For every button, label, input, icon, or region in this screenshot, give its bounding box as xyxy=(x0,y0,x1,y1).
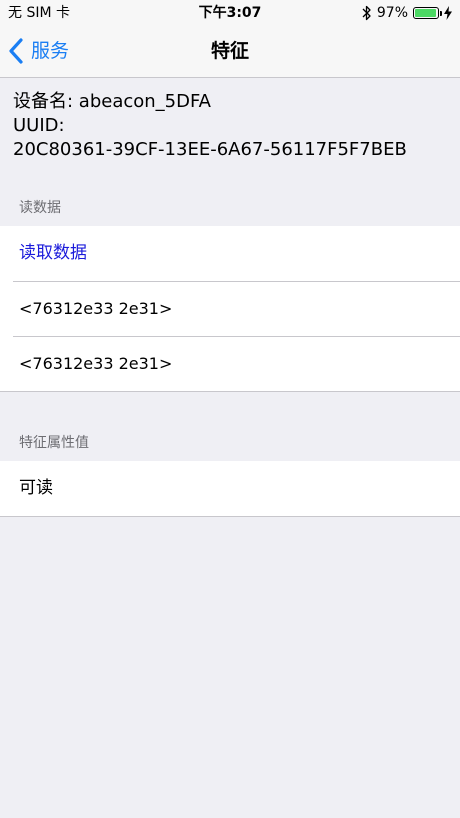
device-name-text: 设备名: abeacon_5DFA xyxy=(13,91,211,112)
page-title: 特征 xyxy=(210,40,249,62)
device-info: 设备名: abeacon_5DFA UUID: 20C80361-39CF-13… xyxy=(13,90,453,162)
status-bar: 无 SIM 卡 下午3:07 97% xyxy=(0,0,460,26)
uuid-value: 20C80361-39CF-13EE-6A67-56117F5F7BEB xyxy=(13,139,407,160)
uuid-label: UUID: xyxy=(13,115,65,136)
property-row-text: 可读 xyxy=(19,478,53,498)
value-row: <76312e33 2e31> xyxy=(0,281,460,336)
navigation-bar: 服务 特征 xyxy=(0,26,460,78)
battery-tip xyxy=(440,11,442,16)
property-row: 可读 xyxy=(0,461,460,516)
properties-table: 可读 xyxy=(0,461,460,517)
battery-percent: 97% xyxy=(376,5,408,21)
battery-fill xyxy=(415,9,437,17)
value-row-text: <76312e33 2e31> xyxy=(19,299,173,318)
charging-icon xyxy=(444,6,452,20)
value-row-text: <76312e33 2e31> xyxy=(19,354,173,373)
battery-icon xyxy=(413,7,442,19)
value-row: <76312e33 2e31> xyxy=(0,336,460,391)
read-data-table: 读取数据 <76312e33 2e31> <76312e33 2e31> xyxy=(0,226,460,392)
section-header-properties: 特征属性值 xyxy=(19,435,89,451)
status-right-group: 97% xyxy=(362,4,452,22)
read-data-button[interactable]: 读取数据 xyxy=(0,226,460,281)
section-header-read: 读数据 xyxy=(19,200,61,216)
read-data-label: 读取数据 xyxy=(19,243,87,263)
bluetooth-icon xyxy=(362,5,371,21)
